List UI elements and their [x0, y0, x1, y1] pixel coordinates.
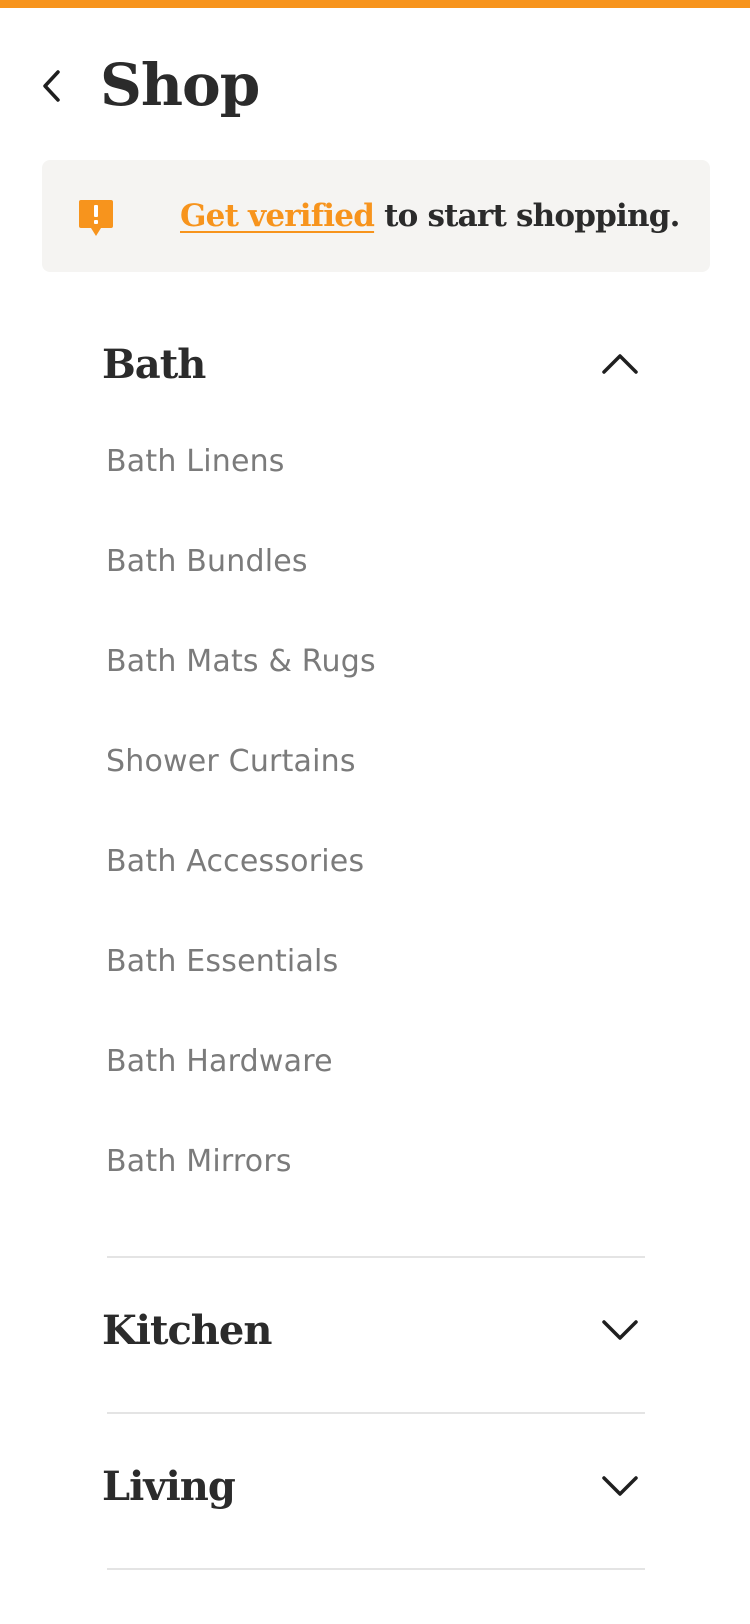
- section-header-living[interactable]: Living: [100, 1446, 640, 1526]
- section-divider: [107, 1412, 645, 1414]
- section-divider: [107, 1568, 645, 1570]
- chevron-up-icon: [602, 354, 638, 374]
- category-item-bath-mats-rugs[interactable]: Bath Mats & Rugs: [106, 642, 376, 682]
- verification-banner: Get verified to start shopping.: [42, 160, 710, 272]
- top-accent-bar: [0, 0, 750, 8]
- verification-message-text: to start shopping.: [374, 198, 680, 234]
- category-item-bath-essentials[interactable]: Bath Essentials: [106, 942, 338, 982]
- chevron-down-icon: [602, 1476, 638, 1496]
- get-verified-link[interactable]: Get verified: [180, 198, 375, 234]
- category-item-bath-accessories[interactable]: Bath Accessories: [106, 842, 364, 882]
- section-title: Kitchen: [102, 1306, 272, 1354]
- category-item-bath-bundles[interactable]: Bath Bundles: [106, 542, 308, 582]
- section-title: Bath: [102, 340, 206, 388]
- category-item-bath-mirrors[interactable]: Bath Mirrors: [106, 1142, 292, 1182]
- chevron-left-icon: [43, 70, 60, 102]
- section-header-kitchen[interactable]: Kitchen: [100, 1290, 640, 1370]
- category-item-bath-hardware[interactable]: Bath Hardware: [106, 1042, 333, 1082]
- alert-icon: [79, 200, 113, 236]
- chevron-down-icon: [602, 1320, 638, 1340]
- section-header-bath[interactable]: Bath: [100, 324, 640, 404]
- section-title: Living: [102, 1462, 236, 1510]
- page-title: Shop: [100, 51, 260, 119]
- verification-message: Get verified to start shopping.: [180, 160, 680, 272]
- section-divider: [107, 1256, 645, 1258]
- page-header: Shop: [0, 44, 750, 126]
- category-item-bath-linens[interactable]: Bath Linens: [106, 442, 285, 482]
- category-item-shower-curtains[interactable]: Shower Curtains: [106, 742, 356, 782]
- back-button[interactable]: [30, 64, 74, 108]
